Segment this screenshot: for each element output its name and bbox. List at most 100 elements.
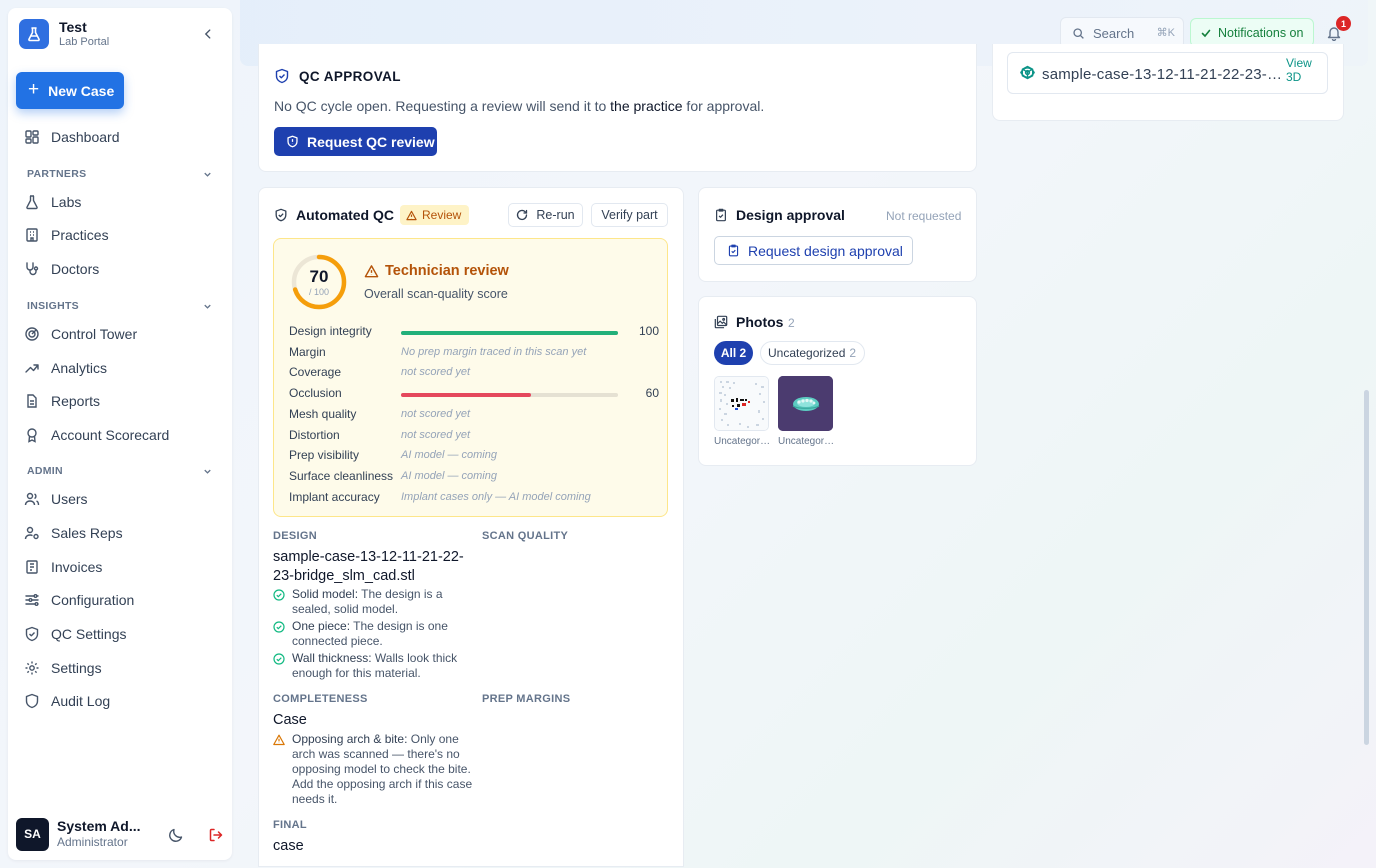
warning-item: Opposing arch & bite: Only one arch was …	[273, 732, 473, 807]
sidebar-item-label: Doctors	[51, 261, 100, 277]
filter-uncategorized-chip[interactable]: Uncategorized 2	[760, 341, 865, 365]
check-item: Solid model: The design is a sealed, sol…	[273, 587, 473, 617]
metric-label: Margin	[289, 344, 326, 359]
metric-row: Implant accuracy Implant cases only — AI …	[289, 490, 659, 508]
qc-approval-title-text: QC APPROVAL	[299, 68, 401, 84]
award-icon	[24, 427, 40, 443]
design-approval-title: Design approval	[714, 207, 845, 223]
sidebar-item-label: Settings	[51, 660, 102, 676]
completeness-value: Case	[273, 712, 307, 728]
metric-note: not scored yet	[401, 366, 471, 379]
request-design-approval-button[interactable]: Request design approval	[714, 236, 913, 265]
desc-text: No QC cycle open. Requesting a review wi…	[274, 98, 611, 114]
check-circle-icon	[273, 653, 285, 665]
section-toggle-partners[interactable]: PARTNERS	[27, 168, 213, 180]
new-case-button[interactable]: + New Case	[16, 72, 124, 109]
logout-icon[interactable]	[208, 827, 224, 843]
rerun-button[interactable]: Re-run	[508, 203, 583, 227]
user-profile[interactable]: SA System Ad... Administrator	[16, 815, 226, 853]
chevron-left-icon[interactable]	[201, 27, 215, 41]
metric-label: Coverage	[289, 365, 342, 380]
brand[interactable]: Test Lab Portal	[19, 19, 109, 49]
metric-bar-track	[401, 393, 618, 398]
photo-thumbnail[interactable]	[778, 376, 833, 431]
metric-row: Mesh quality not scored yet	[289, 407, 659, 425]
sidebar-item-settings[interactable]: Settings	[24, 656, 224, 680]
check-circle-icon	[273, 621, 285, 633]
sidebar-item-control-tower[interactable]: Control Tower	[24, 322, 224, 346]
sidebar-item-label: Dashboard	[51, 129, 120, 145]
photos-title-text: Photos	[736, 314, 784, 330]
metric-row: Coverage not scored yet	[289, 365, 659, 383]
file-row[interactable]: sample-case-13-12-11-21-22-23-bridge_slm…	[1007, 52, 1328, 94]
view-3d-link[interactable]: View 3D	[1286, 56, 1318, 85]
new-case-label: New Case	[48, 82, 115, 99]
automated-qc-title-text: Automated QC	[296, 207, 394, 223]
sidebar-item-account-scorecard[interactable]: Account Scorecard	[24, 423, 224, 447]
building-icon	[24, 227, 40, 243]
technician-review-text: Technician review	[385, 263, 509, 279]
brand-name: Test	[59, 18, 87, 35]
chevron-down-icon	[202, 301, 213, 312]
user-name: System Ad...	[57, 817, 141, 834]
desc-text: for approval.	[682, 98, 765, 114]
request-qc-review-label: Request QC review	[307, 133, 435, 150]
sidebar-item-practices[interactable]: Practices	[24, 223, 224, 247]
verify-part-button[interactable]: Verify part	[591, 203, 668, 227]
notifications-toggle[interactable]: Notifications on	[1190, 18, 1314, 47]
sidebar-item-dashboard[interactable]: Dashboard	[24, 125, 224, 149]
metric-label: Occlusion	[289, 386, 342, 401]
metric-note: not scored yet	[401, 407, 471, 420]
rerun-label: Re-run	[536, 208, 575, 222]
photo-thumbnail[interactable]	[714, 376, 769, 431]
shield-icon	[24, 693, 40, 709]
metric-row: Prep visibility AI model — coming	[289, 448, 659, 466]
search-icon	[1072, 27, 1085, 40]
sidebar-item-label: Control Tower	[51, 326, 138, 342]
sidebar-item-invoices[interactable]: Invoices	[24, 555, 224, 579]
clipboard-check-icon	[714, 208, 728, 222]
metric-bar-track	[401, 331, 618, 335]
check-label: One piece:	[292, 619, 351, 633]
sidebar-item-analytics[interactable]: Analytics	[24, 356, 224, 380]
check-item: Wall thickness: Walls look thick enough …	[273, 651, 473, 681]
metric-note: Implant cases only — AI model coming	[401, 490, 591, 503]
shield-check-icon	[24, 626, 40, 642]
receipt-icon	[24, 559, 40, 575]
page-scrollbar[interactable]	[1364, 390, 1369, 745]
final-heading: FINAL	[273, 819, 307, 831]
notifications-label: Notifications on	[1218, 25, 1304, 40]
sidebar-item-label: Analytics	[51, 360, 108, 376]
sliders-icon	[24, 592, 40, 608]
sidebar-item-users[interactable]: Users	[24, 487, 224, 511]
sidebar-item-reports[interactable]: Reports	[24, 389, 224, 413]
eye-icon	[1020, 65, 1035, 80]
sidebar-item-configuration[interactable]: Configuration	[24, 588, 224, 612]
filter-all-chip[interactable]: All 2	[714, 341, 753, 365]
section-toggle-insights[interactable]: INSIGHTS	[27, 300, 213, 312]
photo-caption: Uncategorized	[714, 436, 771, 447]
request-qc-review-button[interactable]: Request QC review	[274, 127, 437, 156]
sidebar-item-sales-reps[interactable]: Sales Reps	[24, 521, 224, 545]
filter-count: 2	[849, 346, 857, 360]
sidebar-item-audit-log[interactable]: Audit Log	[24, 689, 224, 713]
metric-row: Design integrity 100	[289, 324, 659, 342]
sidebar-item-doctors[interactable]: Doctors	[24, 257, 224, 281]
sidebar-item-qc-settings[interactable]: QC Settings	[24, 622, 224, 646]
sidebar-item-labs[interactable]: Labs	[24, 190, 224, 214]
prep-margins-heading: PREP MARGINS	[482, 693, 571, 705]
qc-approval-description: No QC cycle open. Requesting a review wi…	[274, 98, 764, 114]
metric-note: AI model — coming	[401, 449, 497, 462]
metric-label: Design integrity	[289, 324, 372, 338]
score-panel: 70 / 100 Technician review Overall scan-…	[273, 238, 668, 517]
metric-row: Occlusion 60	[289, 386, 659, 404]
warning-icon	[406, 210, 417, 221]
section-toggle-admin[interactable]: ADMIN	[27, 465, 213, 477]
filter-label: Uncategorized	[768, 346, 846, 360]
moon-icon[interactable]	[168, 827, 184, 843]
design-heading: DESIGN	[273, 530, 317, 542]
sidebar-item-label: Account Scorecard	[51, 427, 170, 443]
flask-icon	[24, 194, 40, 210]
photos-title: Photos	[714, 314, 783, 330]
design-approval-status: Not requested	[886, 209, 962, 223]
